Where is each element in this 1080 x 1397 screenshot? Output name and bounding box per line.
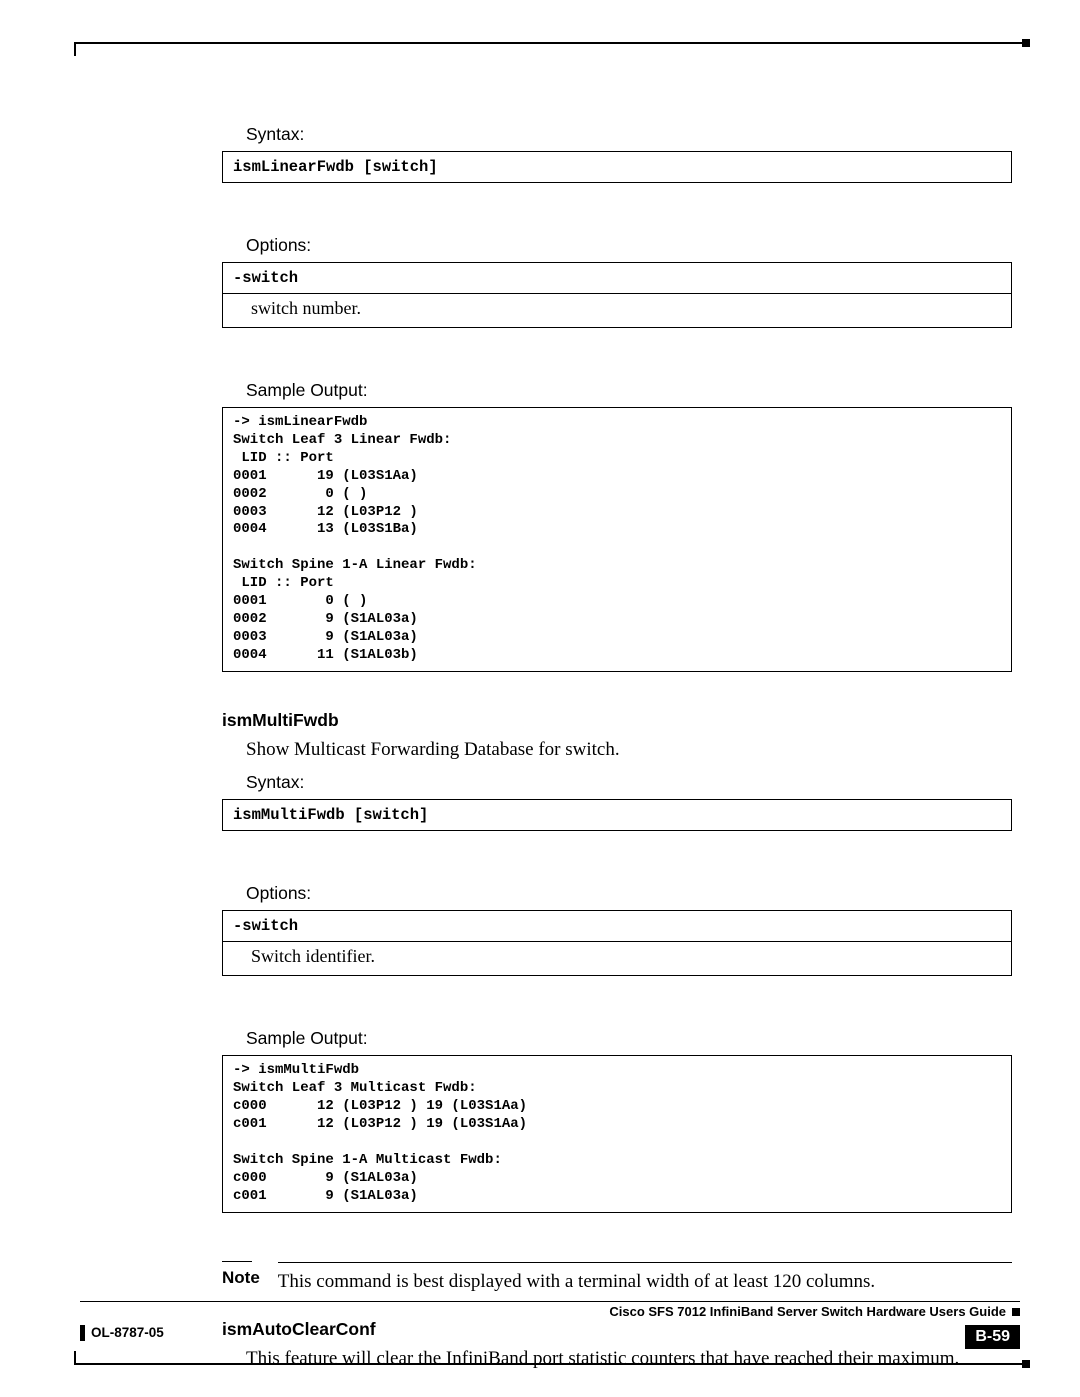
section-heading-ismmultifwdb: ismMultiFwdb — [222, 710, 1012, 731]
options-box: -switch switch number. — [222, 262, 1012, 328]
syntax-code: ismLinearFwdb [switch] — [223, 152, 1011, 182]
options-label: Options: — [246, 235, 1012, 256]
syntax-code: ismMultiFwdb [switch] — [223, 800, 1011, 830]
page-footer: Cisco SFS 7012 InfiniBand Server Switch … — [80, 1301, 1020, 1349]
note-label: Note — [222, 1268, 260, 1288]
footer-title: Cisco SFS 7012 InfiniBand Server Switch … — [609, 1304, 1006, 1319]
syntax-label: Syntax: — [246, 772, 1012, 793]
note-block: Note This command is best displayed with… — [222, 1261, 1012, 1293]
option-desc: switch number. — [223, 294, 1011, 327]
syntax-box: ismLinearFwdb [switch] — [222, 151, 1012, 183]
note-text: This command is best displayed with a te… — [278, 1271, 1012, 1293]
footer-marker-icon — [1012, 1308, 1020, 1316]
crop-mark-bottom — [74, 1351, 1025, 1365]
sample-output-text: -> ismLinearFwdb Switch Leaf 3 Linear Fw… — [223, 408, 1011, 671]
options-label: Options: — [246, 883, 1012, 904]
page-number-badge: B-59 — [965, 1325, 1020, 1349]
option-name: -switch — [223, 911, 1011, 942]
sample-output-text: -> ismMultiFwdb Switch Leaf 3 Multicast … — [223, 1056, 1011, 1211]
sample-output-box: -> ismMultiFwdb Switch Leaf 3 Multicast … — [222, 1055, 1012, 1212]
options-box: -switch Switch identifier. — [222, 910, 1012, 976]
page-content: Syntax: ismLinearFwdb [switch] Options: … — [222, 110, 1012, 1381]
section-description: Show Multicast Forwarding Database for s… — [246, 737, 1012, 763]
sample-output-label: Sample Output: — [246, 1028, 1012, 1049]
footer-doc-id: OL-8787-05 — [80, 1325, 164, 1341]
option-desc: Switch identifier. — [223, 942, 1011, 975]
syntax-box: ismMultiFwdb [switch] — [222, 799, 1012, 831]
crop-mark-top — [74, 42, 1025, 56]
option-name: -switch — [223, 263, 1011, 294]
sample-output-label: Sample Output: — [246, 380, 1012, 401]
sample-output-box: -> ismLinearFwdb Switch Leaf 3 Linear Fw… — [222, 407, 1012, 672]
syntax-label: Syntax: — [246, 124, 1012, 145]
